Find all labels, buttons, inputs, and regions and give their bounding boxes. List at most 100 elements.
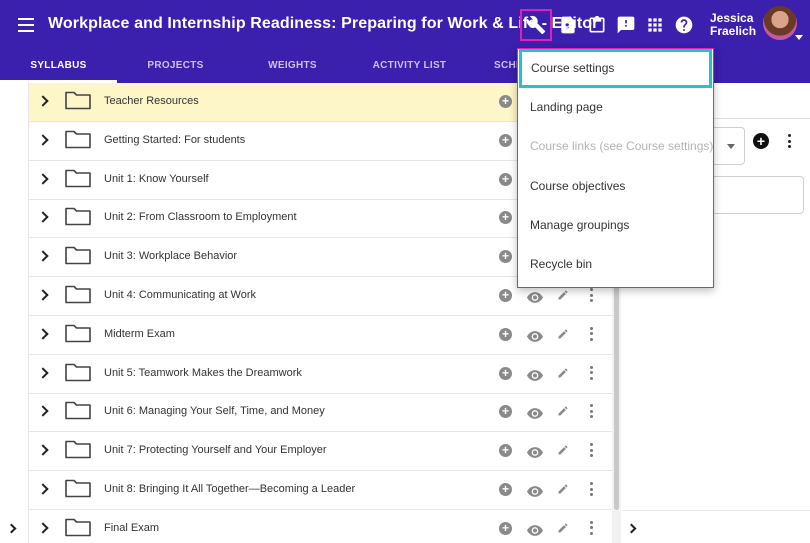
- add-circle-icon[interactable]: +: [499, 250, 512, 264]
- list-item[interactable]: Final Exam +: [29, 510, 612, 543]
- top-app-bar: Workplace and Internship Readiness: Prep…: [0, 0, 810, 50]
- chevron-right-icon[interactable]: [37, 250, 49, 262]
- list-item[interactable]: Unit 5: Teamwork Makes the Dreamwork +: [29, 355, 612, 394]
- list-item[interactable]: Unit 7: Protecting Yourself and Your Emp…: [29, 432, 612, 472]
- list-item-label[interactable]: Getting Started: For students: [104, 134, 245, 146]
- left-gutter: [0, 83, 29, 543]
- more-vert-icon[interactable]: [589, 520, 593, 535]
- help-icon[interactable]: [670, 11, 698, 39]
- course-title: Workplace and Internship Readiness: Prep…: [48, 15, 599, 32]
- chevron-right-icon[interactable]: [37, 522, 49, 534]
- menu-item-recycle-bin[interactable]: Recycle bin: [518, 245, 713, 284]
- divider: [622, 510, 810, 511]
- more-vert-icon[interactable]: [589, 443, 593, 458]
- apps-grid-icon[interactable]: [641, 11, 669, 39]
- tab-weights[interactable]: WEIGHTS: [234, 50, 351, 83]
- add-circle-icon[interactable]: +: [753, 133, 769, 149]
- eye-icon[interactable]: [527, 484, 543, 497]
- pencil-icon[interactable]: [557, 366, 569, 380]
- add-circle-icon[interactable]: +: [499, 444, 512, 458]
- more-vert-icon[interactable]: [589, 365, 593, 380]
- list-item-label[interactable]: Unit 8: Bringing It All Together—Becomin…: [104, 483, 355, 495]
- chevron-right-icon[interactable]: [37, 328, 49, 340]
- folder-icon: [65, 517, 91, 537]
- user-name[interactable]: Jessica Fraelich: [710, 12, 760, 38]
- chevron-right-icon[interactable]: [37, 483, 49, 495]
- add-circle-icon[interactable]: +: [499, 289, 512, 302]
- more-vert-icon[interactable]: [589, 482, 593, 496]
- list-item-label[interactable]: Unit 7: Protecting Yourself and Your Emp…: [104, 444, 327, 456]
- pencil-icon[interactable]: [557, 327, 569, 341]
- add-circle-icon[interactable]: +: [499, 521, 512, 535]
- menu-item-course-settings[interactable]: Course settings: [519, 49, 712, 88]
- chevron-right-icon[interactable]: [37, 211, 49, 224]
- chevron-right-icon[interactable]: [37, 289, 49, 301]
- list-item-label[interactable]: Unit 6: Managing Your Self, Time, and Mo…: [104, 405, 325, 417]
- folder-icon: [65, 323, 91, 343]
- list-item-label[interactable]: Unit 5: Teamwork Makes the Dreamwork: [104, 367, 302, 379]
- list-item[interactable]: Midterm Exam +: [29, 316, 612, 355]
- settings-dropdown-menu: Course settings Landing page Course links …: [517, 48, 714, 288]
- add-circle-icon[interactable]: +: [499, 327, 512, 341]
- pencil-icon[interactable]: [557, 521, 569, 535]
- folder-icon: [65, 400, 91, 420]
- folder-icon: [65, 284, 91, 304]
- list-item[interactable]: Unit 8: Bringing It All Together—Becomin…: [29, 471, 612, 510]
- list-item-label[interactable]: Unit 4: Communicating at Work: [104, 289, 256, 301]
- folder-icon: [65, 478, 91, 498]
- add-circle-icon[interactable]: +: [499, 366, 512, 380]
- add-circle-icon[interactable]: +: [499, 95, 512, 108]
- more-vert-icon[interactable]: [589, 288, 593, 302]
- chevron-right-icon[interactable]: [37, 405, 49, 418]
- menu-item-manage-groupings[interactable]: Manage groupings: [518, 206, 713, 245]
- list-item-label[interactable]: Final Exam: [104, 522, 159, 534]
- more-vert-icon[interactable]: [787, 134, 791, 148]
- add-circle-icon[interactable]: +: [499, 211, 512, 225]
- eye-icon[interactable]: [527, 329, 543, 342]
- eye-icon[interactable]: [527, 406, 543, 420]
- tab-syllabus[interactable]: SYLLABUS: [0, 50, 117, 83]
- add-circle-icon[interactable]: +: [499, 172, 512, 186]
- more-vert-icon[interactable]: [589, 326, 593, 341]
- chevron-right-icon[interactable]: [37, 134, 49, 146]
- menu-item-landing-page[interactable]: Landing page: [518, 88, 713, 127]
- add-circle-icon[interactable]: +: [499, 483, 512, 496]
- panel-field[interactable]: [700, 176, 804, 214]
- eye-icon[interactable]: [527, 290, 543, 303]
- scrollbar-thumb[interactable]: [614, 280, 619, 510]
- tab-activity-list[interactable]: ACTIVITY LIST: [351, 50, 468, 83]
- pencil-icon[interactable]: [557, 404, 569, 418]
- chevron-down-icon[interactable]: [727, 144, 735, 149]
- add-circle-icon[interactable]: +: [499, 405, 512, 419]
- chevron-right-icon[interactable]: [37, 444, 49, 456]
- eye-icon[interactable]: [527, 523, 543, 536]
- list-item-label[interactable]: Unit 2: From Classroom to Employment: [104, 211, 297, 223]
- avatar[interactable]: [763, 6, 797, 40]
- tab-projects[interactable]: PROJECTS: [117, 50, 234, 83]
- chevron-right-icon[interactable]: [37, 95, 49, 107]
- chevron-right-icon[interactable]: [37, 172, 49, 185]
- preview-icon[interactable]: [554, 11, 582, 39]
- folder-icon: [65, 90, 91, 110]
- wrench-icon[interactable]: [520, 9, 552, 41]
- folder-icon: [65, 168, 91, 188]
- feedback-icon[interactable]: [612, 11, 640, 39]
- menu-item-course-objectives[interactable]: Course objectives: [518, 167, 713, 206]
- list-item-label[interactable]: Unit 1: Know Yourself: [104, 173, 209, 185]
- chevron-down-icon[interactable]: [795, 35, 803, 40]
- add-circle-icon[interactable]: +: [499, 133, 512, 147]
- more-vert-icon[interactable]: [589, 404, 593, 419]
- eye-icon[interactable]: [527, 368, 543, 381]
- clipboard-icon[interactable]: [583, 11, 611, 39]
- pencil-icon[interactable]: [557, 288, 569, 302]
- list-item-label[interactable]: Midterm Exam: [104, 328, 175, 340]
- hamburger-menu-icon[interactable]: [18, 18, 34, 32]
- list-item[interactable]: Unit 6: Managing Your Self, Time, and Mo…: [29, 393, 612, 433]
- chevron-right-icon[interactable]: [37, 366, 49, 379]
- pencil-icon[interactable]: [557, 443, 569, 457]
- list-item-label[interactable]: Teacher Resources: [104, 95, 199, 107]
- pencil-icon[interactable]: [557, 482, 569, 496]
- eye-icon[interactable]: [527, 445, 543, 459]
- list-item-label[interactable]: Unit 3: Workplace Behavior: [104, 250, 237, 262]
- folder-icon: [65, 129, 91, 149]
